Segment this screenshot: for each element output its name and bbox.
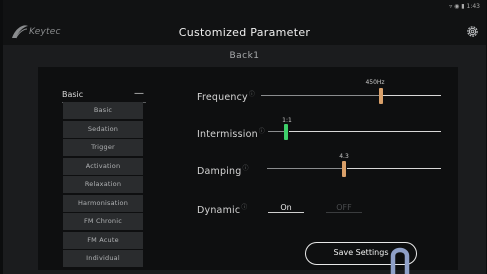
damping-track[interactable] bbox=[347, 168, 441, 169]
dynamic-label: Dynamicⓘ bbox=[197, 202, 248, 216]
damping-value: 4.3 bbox=[339, 153, 349, 160]
info-icon[interactable]: ⓘ bbox=[241, 204, 247, 211]
info-icon[interactable]: ⓘ bbox=[259, 128, 265, 135]
dynamic-off-option[interactable]: OFF bbox=[326, 203, 362, 213]
frequency-track[interactable] bbox=[381, 95, 441, 96]
page-title: Customized Parameter bbox=[178, 26, 311, 39]
app-window: Keytec ▿ ◉ ▮ 1:43 Customized Parameter B… bbox=[3, 0, 486, 274]
damping-label: Dampingⓘ bbox=[197, 163, 249, 177]
program-item-harmonisation[interactable]: Harmonisation bbox=[63, 194, 143, 212]
damping-label-text: Damping bbox=[197, 166, 242, 178]
header-bar: Keytec ▿ ◉ ▮ 1:43 Customized Parameter bbox=[3, 0, 486, 45]
frequency-slider-thumb[interactable] bbox=[379, 88, 383, 104]
program-item-sedation[interactable]: Sedation bbox=[63, 120, 143, 138]
program-item-fm-chronic[interactable]: FM Chronic bbox=[63, 213, 143, 230]
intermission-track-fill bbox=[268, 131, 284, 132]
hand-cursor-icon bbox=[390, 247, 410, 274]
intermission-value: 1:1 bbox=[282, 117, 292, 124]
program-item-individual[interactable]: Individual bbox=[63, 250, 143, 267]
program-item-relaxation[interactable]: Relaxation bbox=[63, 176, 143, 193]
program-item-fm-acute[interactable]: FM Acute bbox=[63, 231, 143, 249]
dynamic-on-option[interactable]: On bbox=[268, 203, 304, 213]
program-list: Basic Sedation Trigger Activation Relaxa… bbox=[63, 102, 143, 269]
program-item-trigger[interactable]: Trigger bbox=[63, 139, 143, 156]
program-item-basic[interactable]: Basic bbox=[63, 102, 143, 119]
dynamic-label-text: Dynamic bbox=[197, 205, 241, 217]
frequency-label: Frequencyⓘ bbox=[197, 89, 255, 103]
program-dropdown-label: Basic bbox=[62, 90, 84, 99]
frequency-track-fill bbox=[261, 95, 381, 96]
damping-slider-thumb[interactable] bbox=[342, 161, 346, 177]
gear-icon[interactable] bbox=[465, 24, 480, 39]
status-bar: ▿ ◉ ▮ 1:43 bbox=[449, 3, 480, 10]
program-item-activation[interactable]: Activation bbox=[63, 157, 143, 175]
frequency-label-text: Frequency bbox=[197, 92, 248, 104]
profile-name: Back1 bbox=[229, 51, 260, 61]
intermission-track[interactable] bbox=[289, 131, 441, 132]
intermission-slider-thumb[interactable] bbox=[284, 124, 288, 140]
info-icon[interactable]: ⓘ bbox=[249, 91, 255, 98]
info-icon[interactable]: ⓘ bbox=[243, 165, 249, 172]
intermission-label-text: Intermission bbox=[197, 129, 258, 141]
collapse-icon[interactable]: — bbox=[134, 88, 144, 99]
damping-track-fill bbox=[267, 168, 343, 169]
intermission-label: Intermissionⓘ bbox=[197, 126, 265, 140]
frequency-value: 450Hz bbox=[365, 79, 385, 86]
